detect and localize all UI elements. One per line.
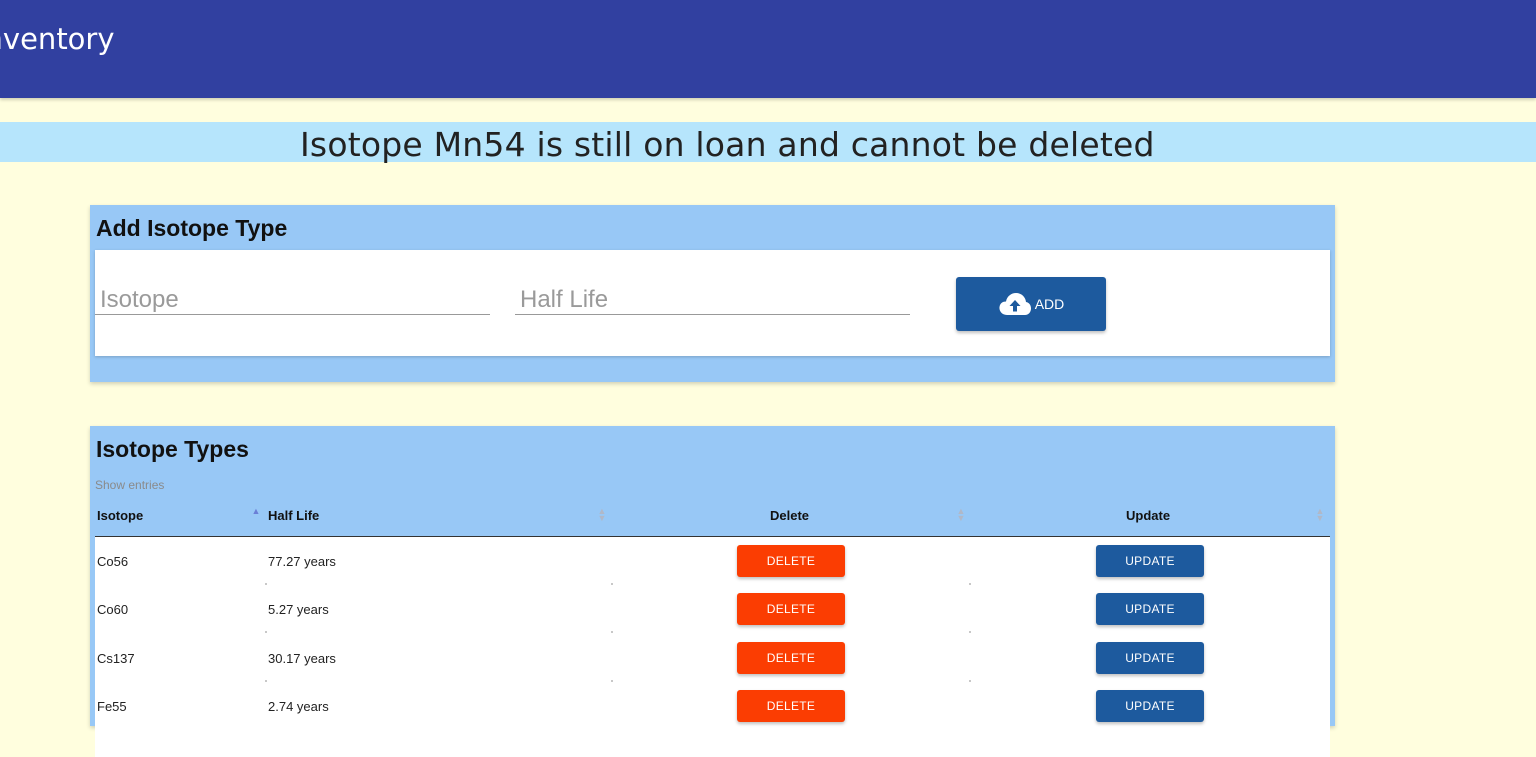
isotope-types-card: Isotope Types Show entries Isotope ▲ Hal…	[90, 426, 1335, 757]
isotope-table: Isotope ▲ Half Life ▲ ▼ Delete ▲ ▼ Update …	[95, 500, 1330, 757]
half-life-field	[515, 286, 910, 315]
alert-message: Isotope Mn54 is still on loan and cannot…	[300, 125, 1155, 164]
isotope-cell: Co56	[97, 554, 129, 569]
delete-button[interactable]: DELETE	[737, 642, 845, 674]
cloud-upload-icon	[998, 291, 1032, 317]
isotope-field	[95, 286, 490, 315]
sort-icon[interactable]: ▲ ▼	[597, 507, 607, 523]
sort-ascending-icon[interactable]: ▲	[251, 507, 261, 516]
isotope-cell: Cs137	[97, 651, 135, 666]
add-isotope-card: Add Isotope Type ADD	[90, 205, 1335, 382]
cell-divider	[265, 631, 267, 633]
half-life-input[interactable]	[515, 286, 910, 314]
cell-divider	[611, 631, 613, 633]
show-entries-label: Show entries	[95, 478, 165, 492]
add-button[interactable]: ADD	[956, 277, 1106, 331]
app-title: Inventory	[0, 22, 115, 56]
table-row: Co60 5.27 years DELETE UPDATE	[95, 585, 1330, 633]
half-life-cell: 5.27 years	[268, 602, 329, 617]
column-header-delete[interactable]: Delete	[770, 508, 809, 523]
app-header: Inventory	[0, 0, 1536, 98]
cell-divider	[969, 631, 971, 633]
add-isotope-title: Add Isotope Type	[96, 215, 288, 241]
isotope-types-title: Isotope Types	[96, 436, 249, 462]
table-row: Cs137 30.17 years DELETE UPDATE	[95, 634, 1330, 682]
half-life-cell: 30.17 years	[268, 651, 336, 666]
table-header: Isotope ▲ Half Life ▲ ▼ Delete ▲ ▼ Update …	[95, 500, 1330, 537]
isotope-cell: Co60	[97, 602, 129, 617]
column-header-half-life[interactable]: Half Life	[268, 508, 319, 523]
table-row: Fe55 2.74 years DELETE UPDATE	[95, 682, 1330, 730]
update-button[interactable]: UPDATE	[1096, 642, 1204, 674]
update-button[interactable]: UPDATE	[1096, 545, 1204, 577]
half-life-cell: 2.74 years	[268, 699, 329, 714]
table-row: Co56 77.27 years DELETE UPDATE	[95, 537, 1330, 585]
column-header-isotope[interactable]: Isotope	[97, 508, 143, 523]
table-body: Co56 77.27 years DELETE UPDATE Co60 5.27…	[95, 537, 1330, 757]
update-button[interactable]: UPDATE	[1096, 593, 1204, 625]
delete-button[interactable]: DELETE	[737, 593, 845, 625]
update-button[interactable]: UPDATE	[1096, 690, 1204, 722]
delete-button[interactable]: DELETE	[737, 690, 845, 722]
column-header-update[interactable]: Update	[1126, 508, 1170, 523]
sort-icon[interactable]: ▲ ▼	[1315, 507, 1325, 523]
isotope-input[interactable]	[95, 286, 490, 314]
alert-banner: Isotope Mn54 is still on loan and cannot…	[0, 122, 1536, 164]
sort-icon[interactable]: ▲ ▼	[956, 507, 966, 523]
half-life-cell: 77.27 years	[268, 554, 336, 569]
add-isotope-form: ADD	[95, 250, 1330, 356]
add-button-label: ADD	[1034, 296, 1065, 312]
isotope-cell: Fe55	[97, 699, 127, 714]
delete-button[interactable]: DELETE	[737, 545, 845, 577]
